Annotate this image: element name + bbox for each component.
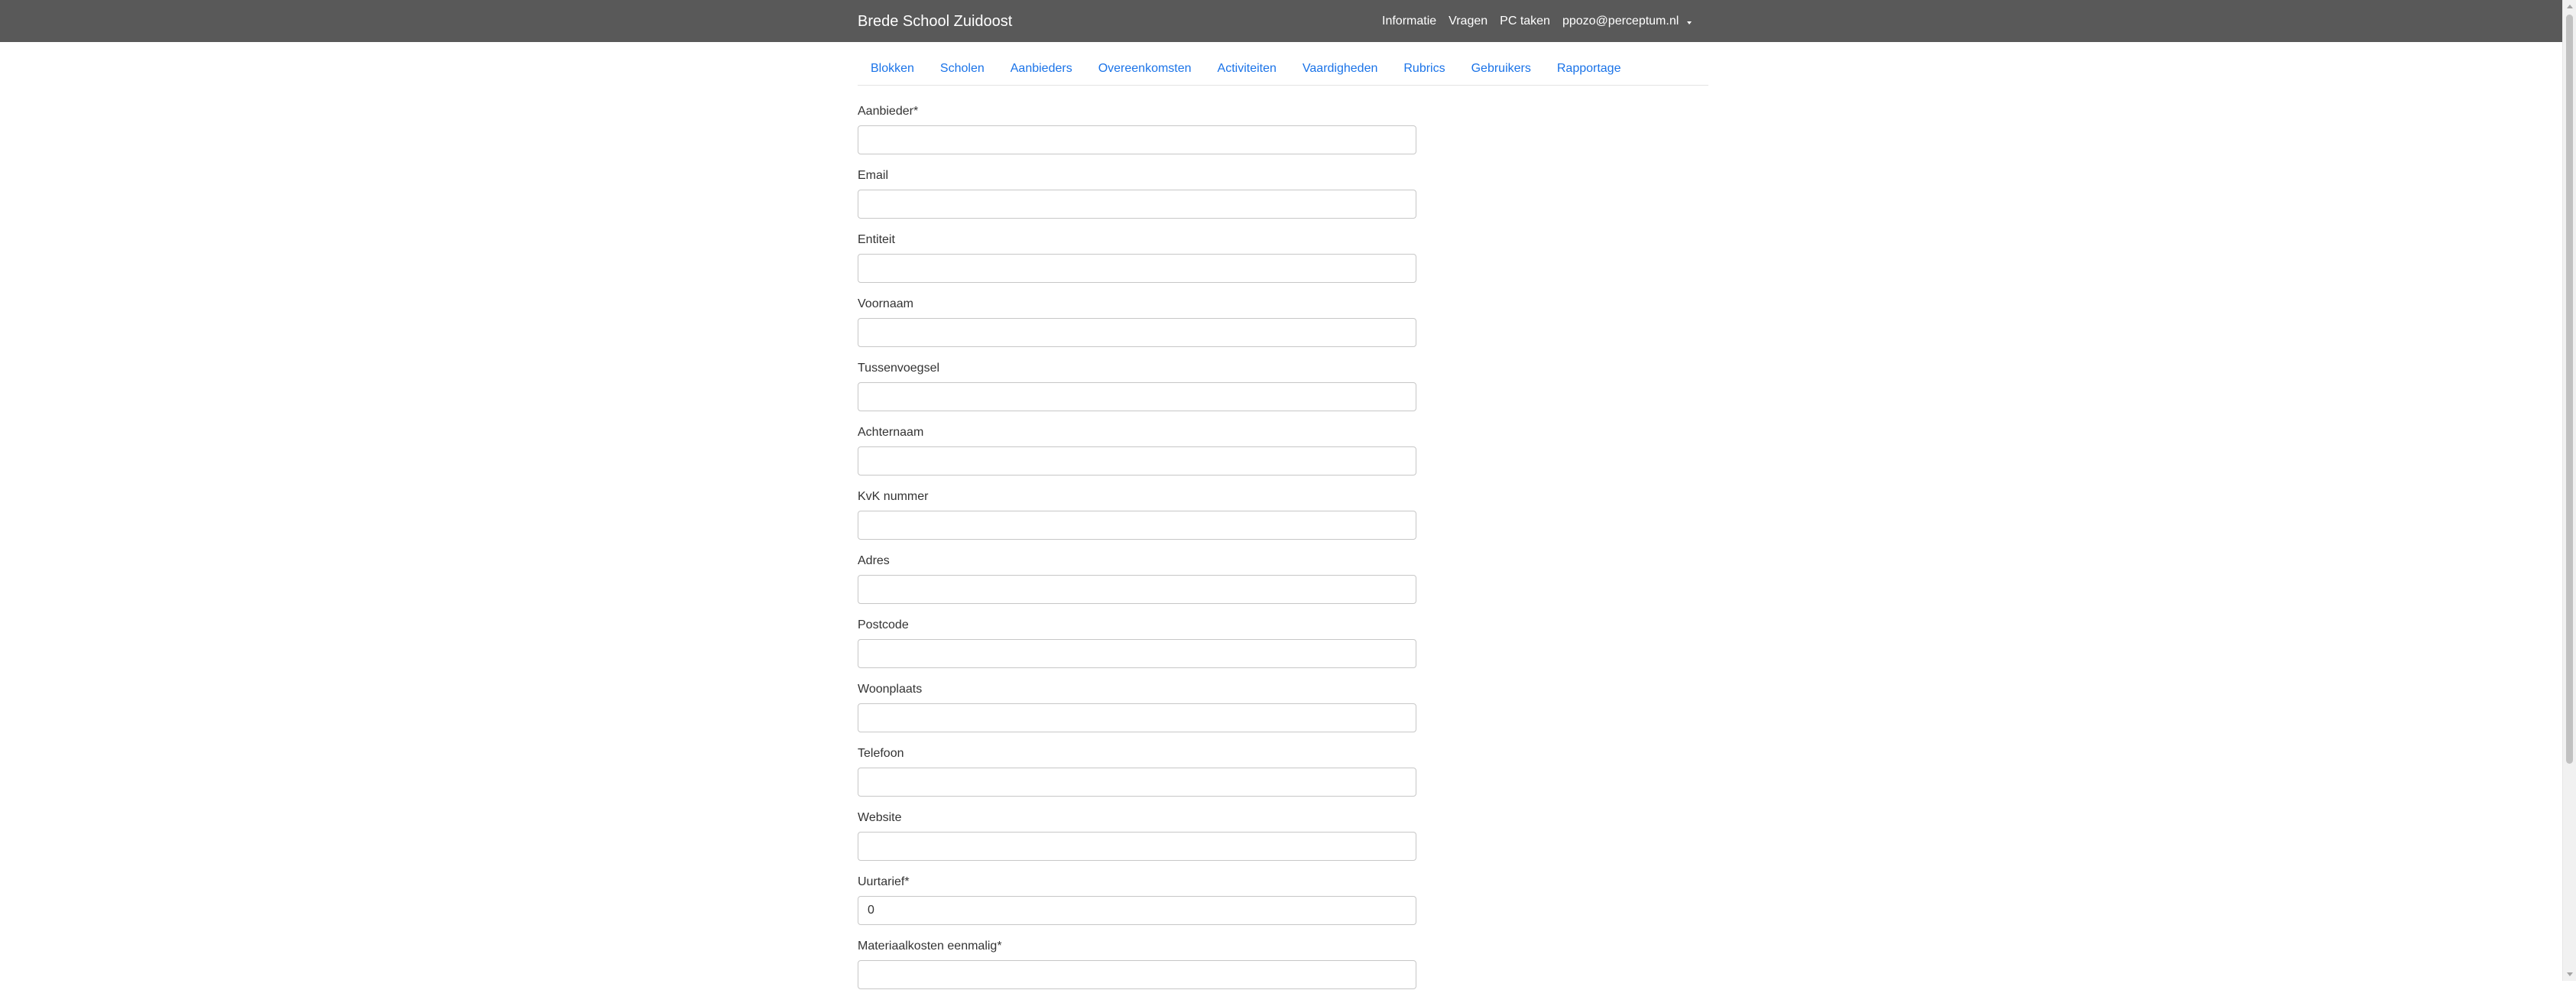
aanbieder-form: Aanbieder* Email Entiteit Voornaam Tusse… [858,104,1416,1003]
tab-blokken[interactable]: Blokken [858,56,927,85]
field-group-entiteit: Entiteit [858,231,1416,297]
tussenvoegsel-input[interactable] [858,382,1416,411]
kvk-nummer-input[interactable] [858,511,1416,540]
woonplaats-input[interactable] [858,703,1416,732]
telefoon-input[interactable] [858,768,1416,797]
field-group-voornaam: Voornaam [858,295,1416,361]
nav-link-vragen[interactable]: Vragen [1449,15,1488,28]
scrollbar-thumb[interactable] [2566,15,2573,764]
materiaalkosten-eenmalig-label: Materiaalkosten eenmalig* [858,940,1002,953]
navbar-links: Informatie Vragen PC taken ppozo@percept… [1382,0,1692,42]
caret-down-icon[interactable] [1686,21,1692,24]
field-group-telefoon: Telefoon [858,745,1416,810]
tab-vaardigheden[interactable]: Vaardigheden [1290,56,1390,85]
telefoon-label: Telefoon [858,747,904,760]
kvk-nummer-label: KvK nummer [858,490,929,503]
field-group-adres: Adres [858,552,1416,618]
tab-overeenkomsten[interactable]: Overeenkomsten [1085,56,1205,85]
uurtarief-label: Uurtarief* [858,875,910,888]
voornaam-label: Voornaam [858,297,913,310]
adres-label: Adres [858,554,890,567]
tab-gebruikers[interactable]: Gebruikers [1458,56,1544,85]
scroll-down-arrow-icon[interactable] [2567,972,2573,976]
field-group-kvk-nummer: KvK nummer [858,488,1416,553]
field-group-materiaalkosten-eenmalig: Materiaalkosten eenmalig* [858,937,1416,1003]
field-group-achternaam: Achternaam [858,424,1416,489]
nav-link-informatie[interactable]: Informatie [1382,15,1436,28]
scroll-up-arrow-icon[interactable] [2567,5,2573,8]
user-email: ppozo@perceptum.nl [1562,14,1679,28]
postcode-label: Postcode [858,618,909,631]
tab-activiteiten[interactable]: Activiteiten [1205,56,1290,85]
email-input[interactable] [858,190,1416,219]
adres-input[interactable] [858,575,1416,604]
user-menu[interactable]: ppozo@perceptum.nl [1562,15,1692,28]
tab-scholen[interactable]: Scholen [927,56,998,85]
achternaam-input[interactable] [858,446,1416,476]
voornaam-input[interactable] [858,318,1416,347]
vertical-scrollbar[interactable] [2562,0,2576,981]
field-group-email: Email [858,167,1416,232]
field-group-tussenvoegsel: Tussenvoegsel [858,359,1416,425]
nav-link-pc-taken[interactable]: PC taken [1500,15,1550,28]
tab-aanbieders[interactable]: Aanbieders [998,56,1085,85]
entiteit-input[interactable] [858,254,1416,283]
field-group-postcode: Postcode [858,616,1416,682]
email-label: Email [858,169,889,182]
field-group-uurtarief: Uurtarief* [858,873,1416,939]
entiteit-label: Entiteit [858,233,895,246]
uurtarief-input[interactable] [858,896,1416,925]
field-group-woonplaats: Woonplaats [858,680,1416,746]
main-tabs: Blokken Scholen Aanbieders Overeenkomste… [858,56,1708,86]
achternaam-label: Achternaam [858,426,924,439]
aanbieder-label: Aanbieder* [858,105,919,118]
aanbieder-input[interactable] [858,125,1416,154]
brand-title[interactable]: Brede School Zuidoost [858,0,1012,42]
website-label: Website [858,811,902,824]
website-input[interactable] [858,832,1416,861]
field-group-website: Website [858,809,1416,875]
postcode-input[interactable] [858,639,1416,668]
tab-rubrics[interactable]: Rubrics [1390,56,1458,85]
tab-rapportage[interactable]: Rapportage [1544,56,1634,85]
woonplaats-label: Woonplaats [858,683,923,696]
field-group-aanbieder: Aanbieder* [858,102,1416,168]
top-navbar: Brede School Zuidoost Informatie Vragen … [0,0,2562,42]
tussenvoegsel-label: Tussenvoegsel [858,362,940,375]
materiaalkosten-eenmalig-input[interactable] [858,960,1416,989]
